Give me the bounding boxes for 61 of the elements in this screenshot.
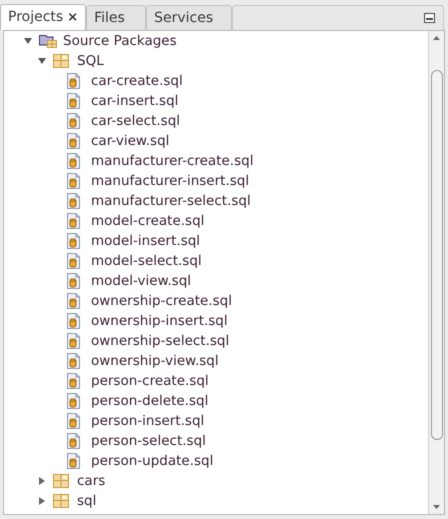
sql-file-icon bbox=[67, 333, 80, 349]
tree-item[interactable]: car-insert.sql bbox=[91, 91, 178, 111]
package-icon bbox=[53, 474, 69, 488]
sql-file-icon bbox=[67, 453, 80, 469]
tree-item[interactable]: person-delete.sql bbox=[91, 391, 208, 411]
tree-item[interactable]: model-create.sql bbox=[91, 211, 204, 231]
sql-file-icon bbox=[67, 253, 80, 269]
tree-item[interactable]: model-select.sql bbox=[91, 251, 202, 271]
scroll-down-icon[interactable] bbox=[433, 505, 440, 509]
tree-item[interactable]: manufacturer-insert.sql bbox=[91, 171, 250, 191]
tree-item[interactable]: car-select.sql bbox=[91, 111, 180, 131]
tree-item[interactable]: cars bbox=[77, 471, 106, 491]
collapse-arrow-icon[interactable] bbox=[38, 57, 46, 65]
tree-item[interactable]: model-view.sql bbox=[91, 271, 192, 291]
close-tab-button[interactable]: × bbox=[67, 8, 78, 28]
expand-arrow-icon[interactable] bbox=[38, 497, 46, 505]
sql-file-icon bbox=[67, 273, 80, 289]
sql-file-icon bbox=[67, 293, 80, 309]
tab[interactable]: Services bbox=[146, 5, 232, 30]
tree-item[interactable]: person-create.sql bbox=[91, 371, 209, 391]
collapse-arrow-icon[interactable] bbox=[24, 37, 32, 45]
sql-file-icon bbox=[67, 233, 80, 249]
sql-file-icon bbox=[67, 313, 80, 329]
minimize-icon[interactable] bbox=[424, 13, 435, 23]
sql-file-icon bbox=[67, 193, 80, 209]
tree-item[interactable]: ownership-view.sql bbox=[91, 351, 219, 371]
tree-item[interactable]: person-select.sql bbox=[91, 431, 206, 451]
package-icon bbox=[53, 494, 69, 508]
sql-file-icon bbox=[67, 73, 80, 89]
sql-file-icon bbox=[67, 93, 80, 109]
tree-item[interactable]: ownership-create.sql bbox=[91, 291, 232, 311]
sql-file-icon bbox=[67, 153, 80, 169]
sql-file-icon bbox=[67, 353, 80, 369]
scrollbar[interactable] bbox=[428, 31, 444, 514]
tree-item[interactable]: car-view.sql bbox=[91, 131, 170, 151]
project-folder-icon bbox=[39, 34, 57, 48]
sql-file-icon bbox=[67, 373, 80, 389]
tree-item[interactable]: manufacturer-select.sql bbox=[91, 191, 251, 211]
sql-file-icon bbox=[67, 173, 80, 189]
sql-file-icon bbox=[67, 413, 80, 429]
sql-file-icon bbox=[67, 133, 80, 149]
sql-file-icon bbox=[67, 213, 80, 229]
tree-item[interactable]: Source Packages bbox=[63, 31, 177, 51]
scrollbar-thumb[interactable] bbox=[430, 70, 442, 440]
scroll-up-icon[interactable] bbox=[433, 36, 440, 40]
tab[interactable]: Projects × bbox=[0, 4, 86, 30]
tree-item[interactable]: ownership-select.sql bbox=[91, 331, 230, 351]
tree-item[interactable]: ownership-insert.sql bbox=[91, 311, 228, 331]
sql-file-icon bbox=[67, 393, 80, 409]
sql-file-icon bbox=[67, 433, 80, 449]
sql-file-icon bbox=[67, 113, 80, 129]
tree-item[interactable]: person-insert.sql bbox=[91, 411, 204, 431]
tree-item[interactable]: person-update.sql bbox=[91, 451, 214, 471]
package-icon bbox=[53, 54, 69, 68]
tab[interactable]: Files bbox=[86, 5, 146, 30]
tree-item[interactable]: SQL bbox=[77, 51, 104, 71]
tree-item[interactable]: model-insert.sql bbox=[91, 231, 200, 251]
expand-arrow-icon[interactable] bbox=[38, 477, 46, 485]
tree-item[interactable]: car-create.sql bbox=[91, 71, 183, 91]
tree-item[interactable]: sql bbox=[77, 491, 96, 511]
tree-item[interactable]: manufacturer-create.sql bbox=[91, 151, 254, 171]
